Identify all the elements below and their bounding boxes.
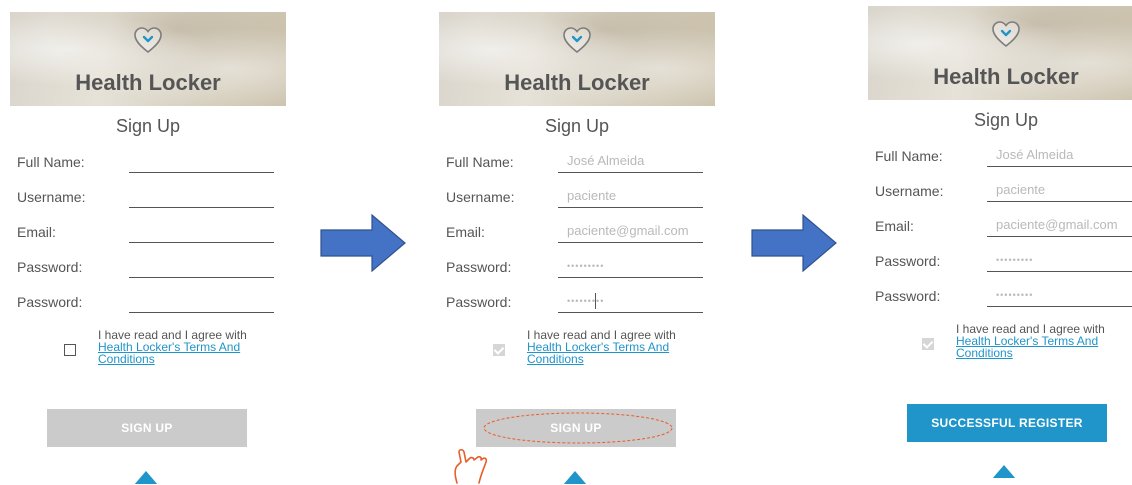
arrow-right-icon [751, 214, 837, 272]
password-label: Password: [17, 259, 83, 275]
username-field[interactable]: paciente [558, 186, 703, 208]
signup-screen-empty: Health Locker Sign Up Full Name: Usernam… [10, 12, 286, 484]
form-title: Sign Up [973, 110, 1039, 130]
password-field[interactable] [129, 256, 274, 278]
password-field[interactable]: ••••••••• [987, 250, 1132, 272]
username-label: Username: [446, 189, 515, 205]
app-title: Health Locker [933, 64, 1079, 89]
email-field[interactable]: paciente@gmail.com [558, 221, 703, 243]
text-cursor [595, 293, 596, 309]
email-label: Email: [17, 224, 56, 240]
header-banner: Health Locker [439, 12, 715, 106]
password-field[interactable]: ••••••••• [558, 256, 703, 278]
triangle-up-icon [563, 471, 587, 484]
full-name-field[interactable]: José Almeida [558, 151, 703, 173]
terms-text: I have read and I agree with Health Lock… [98, 329, 258, 365]
app-title: Health Locker [504, 70, 650, 95]
successful-register-button[interactable]: SUCCESSFUL REGISTER [907, 404, 1107, 442]
email-field[interactable] [129, 221, 274, 243]
terms-text: I have read and I agree with Health Lock… [956, 323, 1116, 359]
confirm-password-label: Password: [446, 294, 512, 310]
confirm-password-label: Password: [875, 288, 941, 304]
header-banner: Health Locker [868, 6, 1132, 100]
username-field[interactable] [129, 186, 274, 208]
terms-link[interactable]: Health Locker's Terms And Conditions [527, 340, 669, 366]
signup-screen-filled: Health Locker Sign Up Full Name: José Al… [439, 12, 715, 484]
terms-text: I have read and I agree with Health Lock… [527, 329, 687, 365]
terms-link[interactable]: Health Locker's Terms And Conditions [956, 334, 1098, 360]
arrow-right-icon [320, 214, 406, 272]
tap-highlight-ellipse [483, 412, 673, 444]
heart-icon [134, 27, 162, 54]
confirm-password-field[interactable]: ••••••••• [558, 291, 703, 313]
header-banner: Health Locker [10, 12, 286, 106]
app-title: Health Locker [75, 70, 221, 95]
username-label: Username: [17, 189, 86, 205]
tap-hand-icon [454, 448, 488, 484]
full-name-label: Full Name: [446, 154, 514, 170]
confirm-password-field[interactable] [129, 291, 274, 313]
terms-checkbox[interactable] [493, 344, 505, 356]
full-name-field[interactable]: José Almeida [987, 145, 1132, 167]
heart-icon [563, 27, 591, 54]
email-field[interactable]: paciente@gmail.com [987, 215, 1132, 237]
username-label: Username: [875, 183, 944, 199]
sign-up-button[interactable]: SIGN UP [47, 409, 247, 447]
form-title: Sign Up [115, 116, 181, 136]
password-label: Password: [875, 253, 941, 269]
terms-link[interactable]: Health Locker's Terms And Conditions [98, 340, 240, 366]
terms-checkbox[interactable] [64, 344, 76, 356]
signup-screen-success: Health Locker Sign Up Full Name: José Al… [868, 6, 1132, 478]
full-name-label: Full Name: [875, 148, 943, 164]
terms-checkbox[interactable] [922, 338, 934, 350]
username-field[interactable]: paciente [987, 180, 1132, 202]
triangle-up-icon [992, 465, 1016, 478]
form-title: Sign Up [544, 116, 610, 136]
full-name-label: Full Name: [17, 154, 85, 170]
confirm-password-label: Password: [17, 294, 83, 310]
password-label: Password: [446, 259, 512, 275]
triangle-up-icon [134, 471, 158, 484]
confirm-password-field[interactable]: ••••••••• [987, 285, 1132, 307]
email-label: Email: [446, 224, 485, 240]
full-name-field[interactable] [129, 151, 274, 173]
heart-icon [992, 21, 1020, 48]
email-label: Email: [875, 218, 914, 234]
